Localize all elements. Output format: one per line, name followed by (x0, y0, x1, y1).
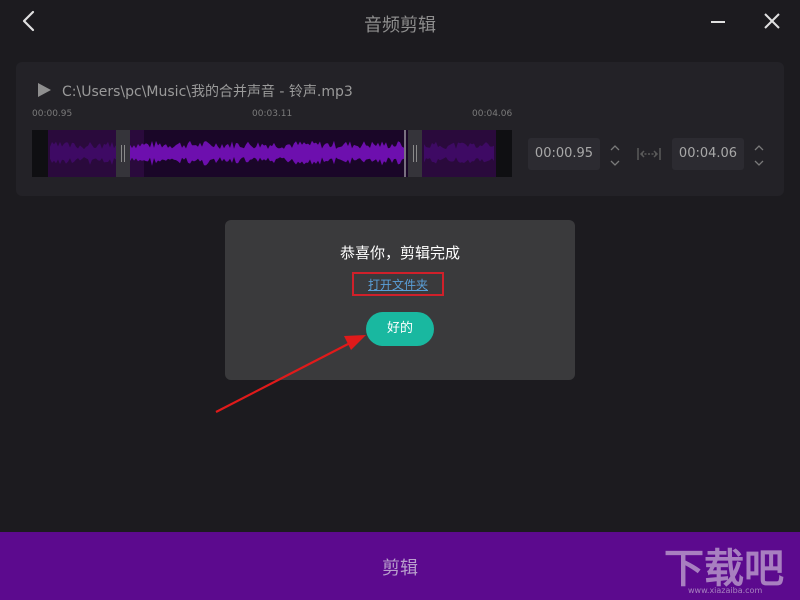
waveform-graph (48, 130, 496, 177)
trim-handle-left[interactable] (116, 130, 130, 177)
timeline-tick-start: 00:00.95 (32, 109, 73, 119)
editor-panel: C:\Users\pc\Music\我的合并声音 - 铃声.mp3 00:00.… (16, 62, 784, 196)
window-title: 音频剪辑 (364, 15, 436, 36)
file-path: C:\Users\pc\Music\我的合并声音 - 铃声.mp3 (62, 84, 353, 100)
dialog-message: 恭喜你，剪辑完成 (339, 244, 460, 262)
play-icon (38, 83, 51, 97)
start-time-up-button[interactable] (608, 140, 622, 154)
waveform[interactable] (32, 130, 512, 177)
timeline-tick-mid: 00:03.11 (252, 109, 293, 119)
chevron-down-icon (610, 160, 620, 166)
start-time-input[interactable]: 00:00.95 (528, 138, 600, 170)
start-time-down-button[interactable] (608, 155, 622, 169)
open-folder-link[interactable]: 打开文件夹 (354, 276, 442, 293)
end-time-up-button[interactable] (752, 140, 766, 154)
minimize-button[interactable] (704, 8, 732, 36)
trim-handle-right[interactable] (408, 130, 422, 177)
close-icon (764, 13, 780, 29)
range-link-icon (637, 148, 661, 160)
ok-button[interactable]: 好的 (366, 312, 434, 346)
close-button[interactable] (758, 8, 786, 36)
minimize-icon (711, 21, 725, 23)
completion-dialog: 恭喜你，剪辑完成 打开文件夹 好的 (225, 220, 575, 380)
watermark-url: www.xiazaiba.com (688, 586, 763, 595)
chevron-up-icon (610, 145, 620, 151)
title-bar: 音频剪辑 (0, 0, 800, 46)
play-button[interactable] (36, 82, 52, 98)
chevron-up-icon (754, 145, 764, 151)
end-time-stepper (752, 138, 766, 170)
start-time-stepper (608, 138, 622, 170)
end-time-input[interactable]: 00:04.06 (672, 138, 744, 170)
timeline-tick-end: 00:04.06 (472, 109, 513, 119)
highlight-box: 打开文件夹 (352, 272, 444, 296)
end-time-down-button[interactable] (752, 155, 766, 169)
chevron-down-icon (754, 160, 764, 166)
